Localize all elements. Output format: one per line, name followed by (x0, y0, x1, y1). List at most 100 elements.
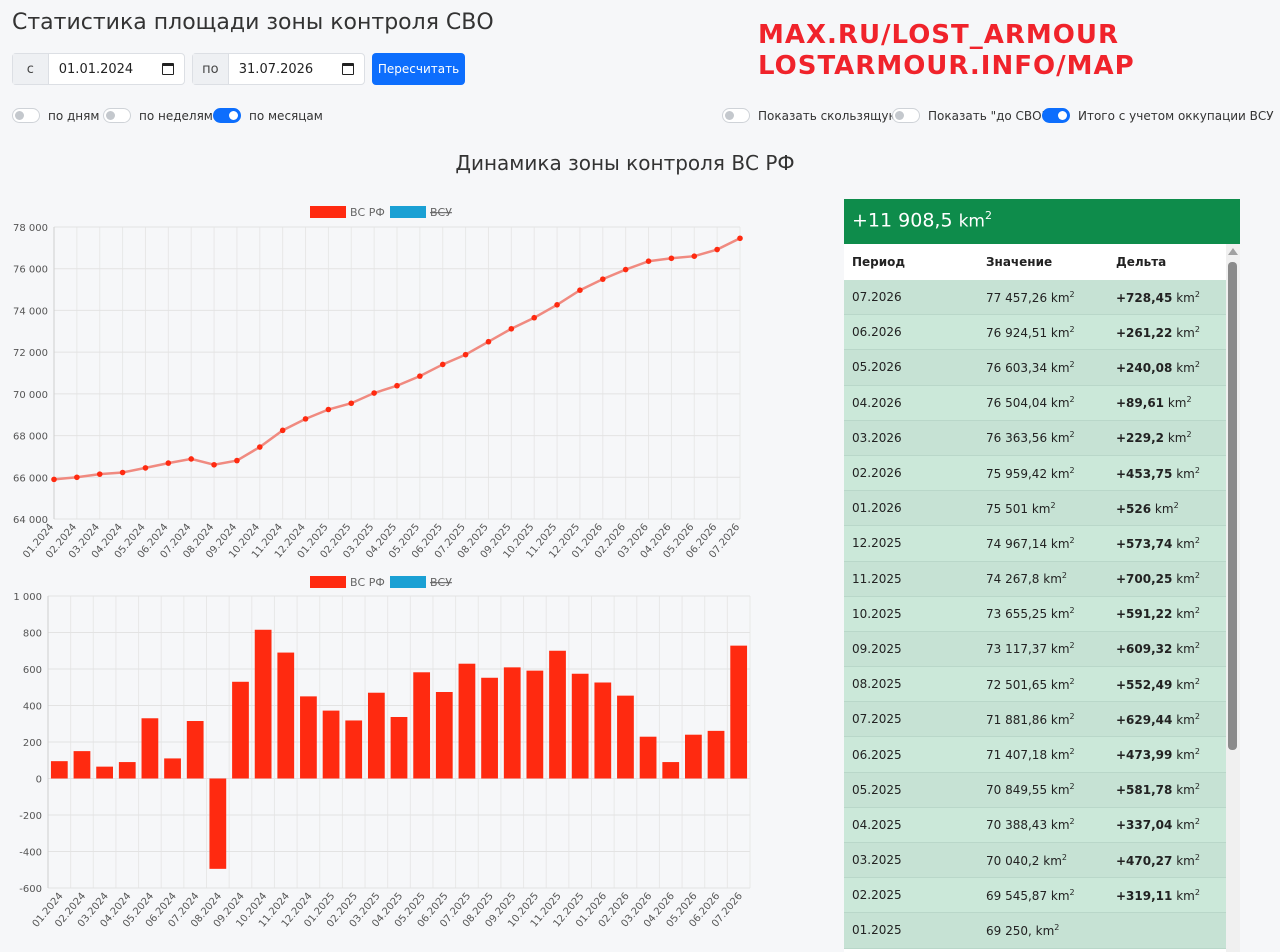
bar (617, 695, 634, 779)
cell-period: 08.2025 (852, 677, 902, 692)
cell-value: 76 603,34 km2 (986, 359, 1075, 375)
header-value[interactable]: Значение (986, 255, 1116, 269)
cell-period: 11.2025 (852, 571, 902, 586)
bar (300, 696, 317, 779)
legend-swatch (310, 206, 346, 218)
bar (186, 721, 204, 779)
toggle-label: Итого с учетом оккупации ВСУ (1078, 108, 1274, 123)
data-point (74, 474, 80, 481)
table-row: 03.2026 76 363,56 km2 +229,2 km2 (844, 420, 1226, 456)
table-row: 06.2025 71 407,18 km2 +473,99 km2 (844, 737, 1226, 773)
toggle-switch[interactable] (103, 108, 131, 123)
bar (549, 650, 566, 779)
scrollbar[interactable] (1226, 244, 1240, 952)
toggle-label: Показать "до СВО" (928, 108, 1048, 123)
cell-period: 10.2025 (852, 606, 902, 621)
cell-delta: +629,44 km2 (1116, 711, 1200, 727)
date-from-value: 01.01.2024 (58, 61, 134, 77)
y-tick-label: 1 000 (13, 592, 42, 603)
y-tick-label: 72 000 (13, 348, 48, 359)
table-row: 01.2025 69 250, km2 (844, 913, 1226, 949)
legend-label: ВСУ (430, 206, 452, 219)
data-point (371, 390, 377, 396)
page-title: Статистика площади зоны контроля СВО (12, 10, 494, 35)
cell-period: 07.2025 (852, 712, 902, 727)
toggle-label: по месяцам (249, 108, 323, 123)
toggle-by-weeks[interactable]: по неделям (103, 108, 213, 123)
data-point (485, 338, 492, 345)
bar (413, 672, 431, 779)
date-to-value: 31.07.2026 (238, 61, 314, 77)
toggle-switch[interactable] (892, 108, 920, 123)
table-row: 05.2025 70 849,55 km2 +581,78 km2 (844, 772, 1226, 808)
bar (390, 716, 408, 779)
total-value: +11 908,5 (852, 209, 953, 232)
cell-delta: +609,32 km2 (1116, 641, 1200, 657)
data-point (417, 373, 423, 379)
scroll-up-icon[interactable] (1228, 248, 1238, 255)
cell-value: 71 407,18 km2 (986, 747, 1075, 763)
toggle-show-pre-svo[interactable]: Показать "до СВО" (892, 108, 1047, 123)
data-point (188, 456, 194, 462)
bar (662, 762, 680, 779)
date-to-input[interactable]: 31.07.2026 (229, 54, 364, 84)
recalculate-button[interactable]: Пересчитать (372, 53, 465, 85)
toggle-by-months[interactable]: по месяцам (213, 108, 323, 123)
chart-heading: Динамика зоны контроля ВС РФ (455, 151, 795, 175)
cell-delta: +728,45 km2 (1116, 289, 1200, 305)
toggle-total-with-occupation[interactable]: Итого с учетом оккупации ВСУ (1042, 108, 1274, 123)
cell-delta: +526 km2 (1116, 500, 1179, 516)
cell-value: 76 924,51 km2 (986, 324, 1075, 340)
calendar-icon[interactable] (342, 63, 354, 75)
table-row: 10.2025 73 655,25 km2 +591,22 km2 (844, 596, 1226, 632)
bar (481, 677, 498, 779)
cell-value: 69 545,87 km2 (986, 887, 1075, 903)
data-point (165, 460, 172, 466)
cell-period: 01.2026 (852, 501, 902, 516)
y-tick-label: 600 (23, 665, 42, 676)
bar (345, 720, 363, 779)
toggle-label: по дням (48, 108, 100, 123)
cell-period: 03.2025 (852, 853, 902, 868)
cell-value: 74 267,8 km2 (986, 571, 1067, 587)
data-point (279, 427, 286, 434)
toggle-switch[interactable] (1042, 108, 1070, 123)
cell-value: 77 457,26 km2 (986, 289, 1075, 305)
bar (526, 670, 544, 779)
toggle-switch[interactable] (213, 108, 241, 123)
data-point (96, 471, 103, 477)
toggle-by-days[interactable]: по дням (12, 108, 99, 123)
bar (277, 652, 295, 779)
cell-value: 76 504,04 km2 (986, 395, 1075, 411)
cell-delta: +337,04 km2 (1116, 817, 1200, 833)
header-period[interactable]: Период (844, 255, 986, 269)
cell-period: 05.2026 (852, 360, 902, 375)
header-delta[interactable]: Дельта (1116, 255, 1226, 269)
bar (50, 761, 68, 779)
table-row: 06.2026 76 924,51 km2 +261,22 km2 (844, 315, 1226, 351)
bar (594, 682, 612, 779)
data-point (531, 314, 537, 321)
cell-period: 06.2025 (852, 747, 902, 762)
legend-swatch (310, 576, 346, 588)
legend-swatch (390, 576, 426, 588)
stats-table[interactable]: Период Значение Дельта 07.2026 77 457,26 … (844, 244, 1240, 952)
toggle-switch[interactable] (12, 108, 40, 123)
table-row: 02.2025 69 545,87 km2 +319,11 km2 (844, 878, 1226, 914)
bar (164, 758, 181, 779)
scrollbar-thumb[interactable] (1228, 262, 1237, 750)
y-tick-label: 76 000 (13, 265, 48, 276)
toggle-show-moving[interactable]: Показать скользящую (722, 108, 899, 123)
toggle-switch[interactable] (722, 108, 750, 123)
total-unit: km (958, 211, 985, 232)
date-from-input[interactable]: 01.01.2024 (49, 54, 184, 84)
cell-delta: +700,25 km2 (1116, 571, 1200, 587)
data-point (668, 255, 675, 262)
bar (367, 692, 385, 779)
cell-value: 76 363,56 km2 (986, 430, 1075, 446)
data-point (142, 465, 149, 471)
calendar-icon[interactable] (162, 63, 174, 75)
cell-value: 73 117,37 km2 (986, 641, 1075, 657)
cell-delta: +473,99 km2 (1116, 747, 1200, 763)
data-point (462, 351, 469, 358)
